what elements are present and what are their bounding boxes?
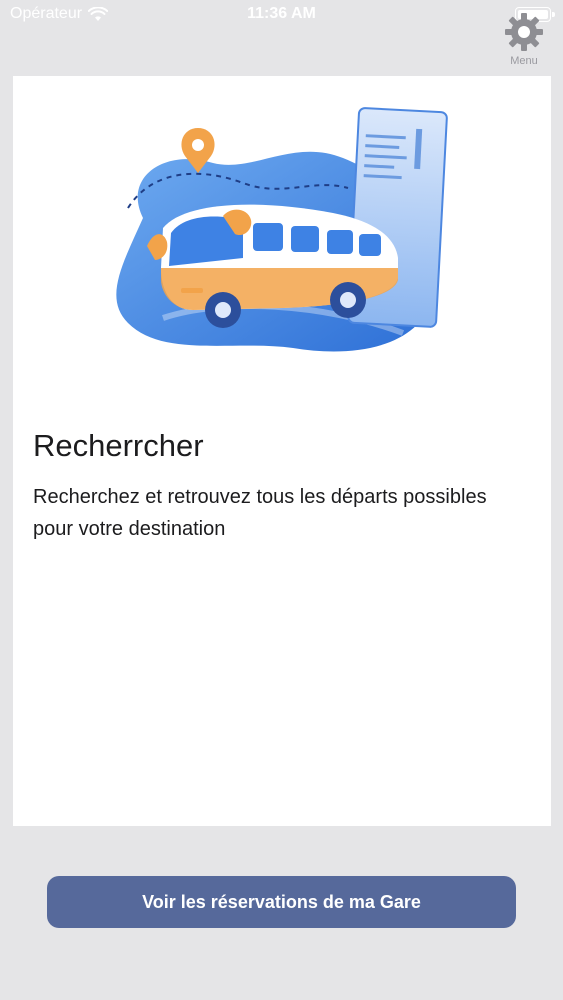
menu-button[interactable]: Menu	[497, 12, 551, 68]
view-reservations-button[interactable]: Voir les réservations de ma Gare	[47, 876, 516, 928]
bus-illustration	[116, 107, 448, 352]
status-bar: Opérateur 11:36 AM	[0, 0, 563, 30]
menu-label: Menu	[510, 55, 538, 67]
card-title: Recherrcher	[33, 428, 204, 463]
battery-nub	[552, 12, 555, 17]
onboarding-card: Recherrcher Recherchez et retrouvez tous…	[13, 76, 551, 826]
gear-icon	[505, 13, 543, 51]
card-description: Recherchez et retrouvez tous les départs…	[33, 486, 487, 540]
status-time: 11:36 AM	[247, 5, 316, 22]
